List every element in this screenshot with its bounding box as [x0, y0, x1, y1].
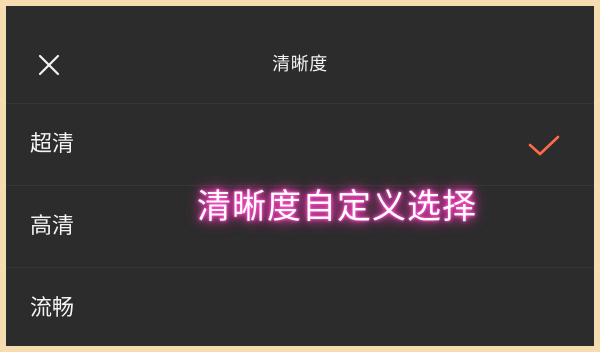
quality-option-label: 超清 — [30, 132, 75, 157]
header-bar: 清晰度 — [6, 6, 594, 104]
quality-option-ultra-hd[interactable]: 超清 — [6, 104, 594, 186]
page-title: 清晰度 — [272, 54, 328, 75]
image-frame: 清晰度 超清 高清 流畅 清晰度自定义选择 — [0, 0, 600, 352]
quality-option-label: 高清 — [30, 214, 75, 239]
quality-option-smooth[interactable]: 流畅 — [6, 268, 594, 346]
overlay-caption: 清晰度自定义选择 — [197, 187, 477, 227]
quality-option-label: 流畅 — [30, 296, 75, 321]
quality-picker-panel: 清晰度 超清 高清 流畅 清晰度自定义选择 — [6, 6, 594, 346]
checkmark-icon — [528, 134, 560, 158]
